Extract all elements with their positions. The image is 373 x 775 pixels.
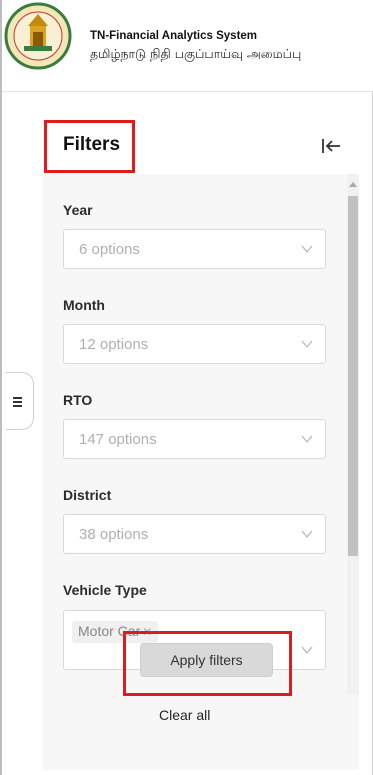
filters-panel: Filters Year 6 options Month 12 options …	[43, 112, 359, 770]
scrollbar[interactable]	[347, 174, 359, 694]
highlight-box-title	[44, 120, 135, 173]
app-window: TN-Financial Analytics System தமிழ்நாடு …	[0, 0, 373, 775]
scrollbar-thumb[interactable]	[348, 196, 358, 556]
app-header: TN-Financial Analytics System தமிழ்நாடு …	[2, 0, 373, 92]
app-subtitle: தமிழ்நாடு நிதி பகுப்பாய்வு அமைப்பு	[90, 46, 302, 61]
month-label: Month	[63, 297, 105, 313]
highlight-box-apply	[123, 631, 292, 696]
district-placeholder: 38 options	[79, 526, 149, 543]
menu-bars-icon	[13, 397, 22, 409]
district-select[interactable]: 38 options	[63, 514, 326, 554]
vehicle-type-label: Vehicle Type	[63, 582, 147, 598]
chevron-down-icon	[301, 530, 313, 538]
rto-label: RTO	[63, 392, 93, 408]
scroll-up-arrow-icon[interactable]	[349, 182, 357, 187]
collapse-left-icon[interactable]	[319, 134, 343, 158]
year-placeholder: 6 options	[79, 241, 140, 258]
month-placeholder: 12 options	[79, 336, 149, 353]
chevron-down-icon	[301, 340, 313, 348]
month-select[interactable]: 12 options	[63, 324, 326, 364]
year-select[interactable]: 6 options	[63, 229, 326, 269]
clear-all-link[interactable]: Clear all	[159, 707, 210, 723]
year-label: Year	[63, 202, 93, 218]
app-title: TN-Financial Analytics System	[90, 30, 258, 42]
district-label: District	[63, 487, 112, 503]
tamil-nadu-emblem	[4, 2, 72, 70]
chevron-down-icon	[301, 245, 313, 253]
chevron-down-icon	[301, 435, 313, 443]
rto-placeholder: 147 options	[79, 431, 157, 448]
sidebar-toggle-tab[interactable]	[6, 372, 34, 430]
chevron-down-icon	[301, 646, 313, 654]
rto-select[interactable]: 147 options	[63, 419, 326, 459]
